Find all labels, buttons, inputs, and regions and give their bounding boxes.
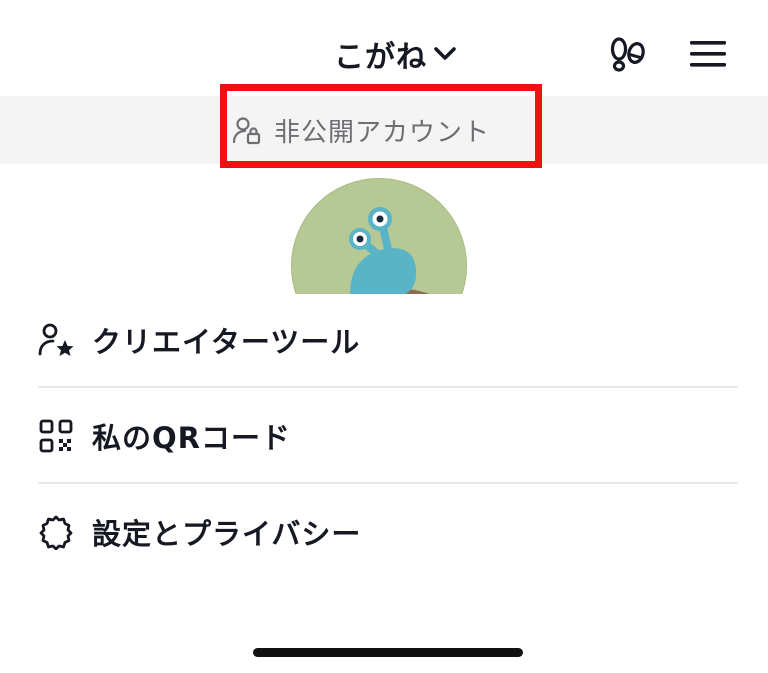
divider bbox=[38, 386, 738, 388]
hamburger-menu-icon[interactable] bbox=[686, 36, 730, 72]
menu-item-creator-tools[interactable]: クリエイターツール bbox=[38, 294, 738, 386]
menu-item-label: 私のQRコード bbox=[92, 421, 291, 455]
menu-item-settings-privacy[interactable]: 設定とプライバシー bbox=[38, 486, 738, 578]
qr-code-icon bbox=[38, 418, 74, 454]
gear-icon bbox=[38, 514, 74, 550]
menu-sheet: クリエイターツール 私のQRコード 設定とプライバシー bbox=[0, 294, 768, 673]
top-bar: こがね bbox=[0, 0, 768, 96]
menu-item-my-qr-code[interactable]: 私のQRコード bbox=[38, 390, 738, 482]
profile-screen: こがね 非公開アカウント クリエイターツール 私のQRコード 設定とプライバシー bbox=[0, 0, 768, 673]
private-account-label: 非公開アカウント bbox=[274, 117, 491, 148]
chevron-down-icon bbox=[433, 46, 457, 62]
home-indicator bbox=[253, 648, 523, 657]
username-title: こがね bbox=[334, 40, 427, 75]
person-lock-icon bbox=[232, 115, 262, 145]
divider bbox=[38, 482, 738, 484]
menu-item-label: クリエイターツール bbox=[92, 325, 361, 359]
menu-item-label: 設定とプライバシー bbox=[92, 517, 362, 551]
account-switcher-button[interactable]: こがね bbox=[334, 30, 457, 78]
person-star-icon bbox=[38, 322, 74, 358]
private-account-indicator[interactable]: 非公開アカウント bbox=[232, 96, 490, 164]
footprints-icon[interactable] bbox=[606, 34, 650, 74]
private-account-banner: 非公開アカウント bbox=[0, 96, 768, 164]
